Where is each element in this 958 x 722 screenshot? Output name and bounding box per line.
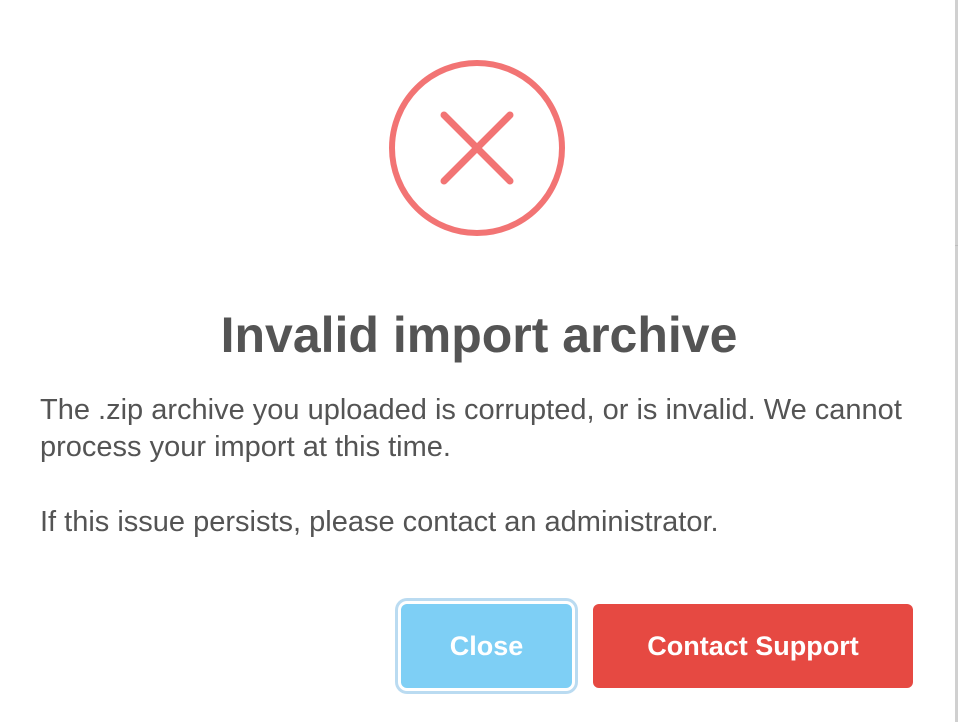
close-button[interactable]: Close <box>401 604 572 688</box>
dialog-message-secondary: If this issue persists, please contact a… <box>40 506 719 538</box>
error-dialog: Invalid import archive The .zip archive … <box>0 0 958 722</box>
dialog-message: The .zip archive you uploaded is corrupt… <box>40 394 902 463</box>
dialog-title: Invalid import archive <box>220 307 738 363</box>
contact-support-button[interactable]: Contact Support <box>593 604 913 688</box>
error-x-circle-icon <box>389 60 565 236</box>
